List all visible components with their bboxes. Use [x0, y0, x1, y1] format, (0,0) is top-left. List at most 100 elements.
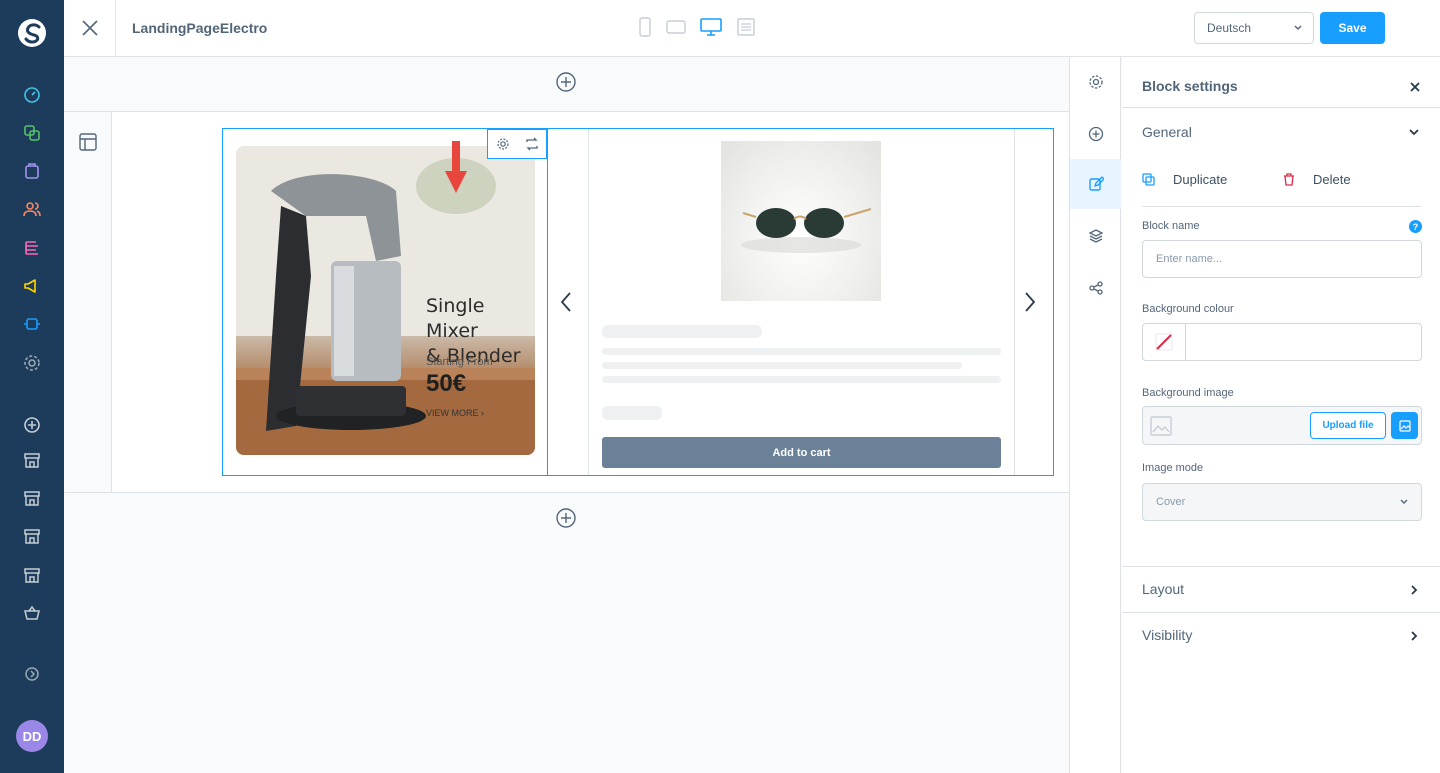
panel-header: Block settings — [1122, 57, 1440, 108]
price-skeleton — [602, 406, 662, 420]
tablet-view-icon[interactable] — [666, 19, 686, 35]
block-settings-panel: Block settings General Duplicate Delete … — [1122, 57, 1440, 773]
close-icon — [81, 20, 98, 36]
background-image-upload: Upload file — [1142, 406, 1422, 445]
cms-block-selected[interactable]: Single Mixer & Blender Starting From 50€ … — [222, 128, 1054, 476]
banner-subline: Starting From — [426, 356, 493, 368]
media-library-button[interactable] — [1391, 412, 1418, 439]
duplicate-icon — [1142, 173, 1155, 186]
editor-topbar: LandingPageElectro Deutsch Save — [64, 0, 1440, 57]
close-panel-icon[interactable] — [1410, 79, 1420, 97]
description-skeleton-2 — [602, 362, 962, 369]
block-settings-tab[interactable] — [1070, 159, 1121, 209]
general-accordion[interactable]: General — [1142, 124, 1192, 140]
delete-button[interactable]: Delete — [1283, 172, 1351, 187]
product-box-element[interactable]: Add to cart — [588, 129, 1015, 475]
storefront-icon-2[interactable] — [20, 486, 44, 510]
viewport-switcher — [638, 17, 756, 37]
user-avatar[interactable]: DD — [16, 720, 48, 752]
red-arrow-annotation-icon — [445, 141, 467, 200]
divider — [1122, 566, 1440, 567]
image-icon — [1398, 419, 1411, 432]
section-layout-icon[interactable] — [79, 133, 97, 151]
section-content: Single Mixer & Blender Starting From 50€ … — [112, 112, 1068, 492]
element-replace-icon[interactable] — [517, 130, 546, 158]
product-name-skeleton — [602, 325, 762, 338]
upload-file-button[interactable]: Upload file — [1310, 412, 1386, 439]
block-name-input[interactable]: Enter name... — [1142, 240, 1422, 278]
divider — [1142, 206, 1421, 207]
background-colour-label: Background colour — [1142, 303, 1234, 315]
background-image-label: Background image — [1142, 387, 1234, 399]
marketing-icon[interactable] — [20, 274, 44, 298]
save-button[interactable]: Save — [1320, 12, 1385, 44]
image-mode-value: Cover — [1156, 496, 1186, 508]
form-view-icon[interactable] — [736, 17, 756, 37]
mixer-banner-image: Single Mixer & Blender Starting From 50€ … — [236, 146, 535, 455]
plus-circle-icon — [1088, 126, 1103, 142]
storefront-icon-3[interactable] — [20, 524, 44, 548]
panel-title: Block settings — [1142, 78, 1238, 94]
chevron-down-icon[interactable] — [1408, 125, 1420, 143]
sunglasses-product-image — [721, 141, 881, 301]
expand-nav-icon[interactable] — [20, 662, 44, 686]
chevron-right-icon[interactable] — [1408, 629, 1420, 647]
description-skeleton-1 — [602, 348, 1001, 355]
trash-icon — [1284, 173, 1294, 186]
mobile-view-icon[interactable] — [638, 17, 652, 37]
chevron-right-icon[interactable] — [1408, 583, 1420, 601]
page-settings-tab[interactable] — [1070, 57, 1121, 107]
basket-icon[interactable] — [20, 601, 44, 625]
element-settings-gear-icon[interactable] — [488, 130, 517, 158]
slider-next-icon[interactable] — [1023, 291, 1037, 318]
settings-icon[interactable] — [20, 351, 44, 375]
edit-icon — [1088, 176, 1104, 191]
image-placeholder-icon — [1149, 414, 1173, 443]
close-editor-button[interactable] — [64, 0, 116, 56]
add-sales-channel-icon[interactable] — [20, 413, 44, 437]
duplicate-button[interactable]: Duplicate — [1142, 172, 1227, 187]
help-icon[interactable]: ? — [1409, 220, 1422, 233]
language-value: Deutsch — [1207, 21, 1252, 35]
dashboard-icon[interactable] — [20, 83, 44, 107]
customers-icon[interactable] — [20, 197, 44, 221]
image-mode-select[interactable]: Cover — [1142, 483, 1422, 521]
language-select[interactable]: Deutsch — [1194, 12, 1314, 44]
share-tab[interactable] — [1070, 263, 1121, 313]
main-navigation: DD — [0, 0, 64, 773]
content-icon[interactable] — [20, 236, 44, 260]
add-section-bottom-icon[interactable] — [555, 507, 577, 529]
description-skeleton-3 — [602, 376, 1001, 383]
visibility-accordion[interactable]: Visibility — [1142, 627, 1192, 643]
block-name-label: Block name — [1142, 220, 1200, 232]
add-section-top-icon[interactable] — [555, 71, 577, 93]
section-sidebar — [64, 112, 112, 492]
catalogues-icon[interactable] — [20, 121, 44, 145]
extensions-icon[interactable] — [20, 312, 44, 336]
shopware-logo-icon[interactable] — [17, 18, 47, 48]
image-mode-label: Image mode — [1142, 462, 1204, 474]
add-to-cart-button[interactable]: Add to cart — [602, 437, 1001, 468]
banner-price: 50€ — [426, 370, 467, 397]
delete-label: Delete — [1313, 172, 1351, 187]
sidebar-tabs — [1069, 57, 1121, 773]
desktop-view-icon[interactable] — [700, 17, 722, 37]
background-colour-input[interactable] — [1142, 323, 1422, 361]
cms-section[interactable]: Single Mixer & Blender Starting From 50€ … — [64, 111, 1069, 493]
add-block-tab[interactable] — [1070, 109, 1121, 159]
layers-tab[interactable] — [1070, 211, 1121, 261]
layers-icon — [1088, 229, 1103, 243]
slider-prev-icon[interactable] — [559, 291, 573, 318]
storefront-icon-4[interactable] — [20, 563, 44, 587]
page-title: LandingPageElectro — [132, 20, 268, 36]
layout-accordion[interactable]: Layout — [1142, 581, 1184, 597]
editor-canvas: Single Mixer & Blender Starting From 50€ … — [64, 57, 1069, 773]
orders-icon[interactable] — [20, 159, 44, 183]
divider — [1122, 612, 1440, 613]
no-colour-swatch-icon[interactable] — [1143, 324, 1186, 360]
banner-element[interactable]: Single Mixer & Blender Starting From 50€ … — [223, 129, 548, 475]
duplicate-label: Duplicate — [1173, 172, 1228, 187]
storefront-icon[interactable] — [20, 448, 44, 472]
element-toolbar — [487, 129, 547, 159]
chevron-down-icon — [1399, 496, 1409, 509]
